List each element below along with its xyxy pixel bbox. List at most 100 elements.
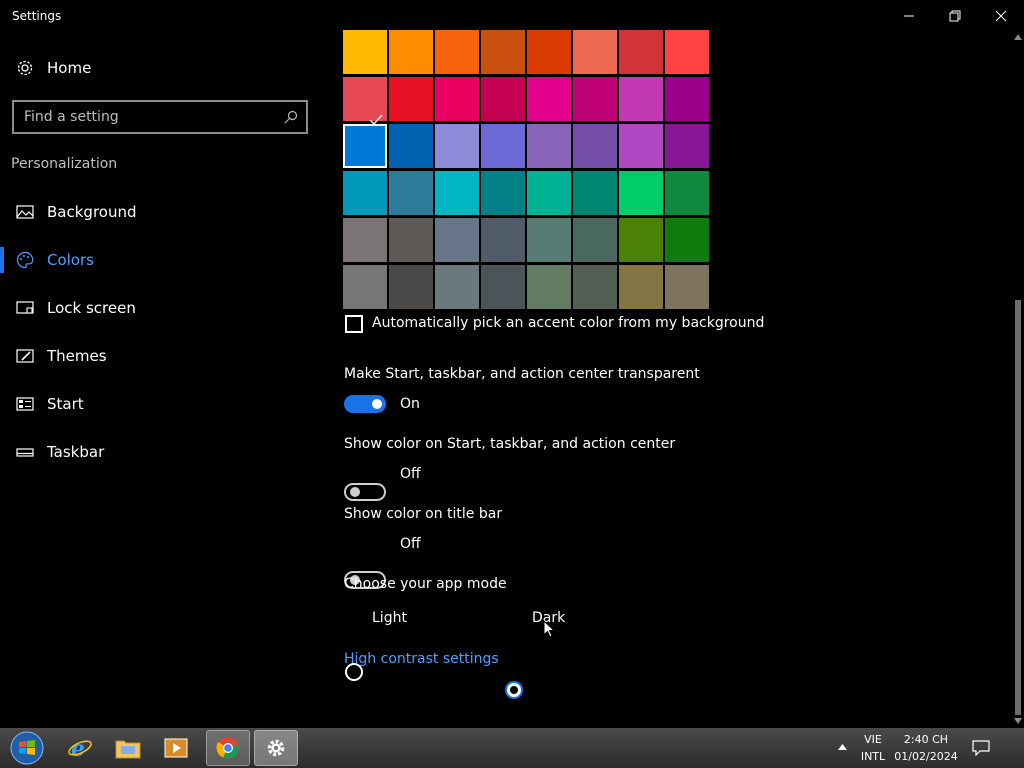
accent-color-swatch[interactable] (527, 265, 571, 309)
sidebar-item-themes[interactable]: Themes (0, 334, 320, 378)
minimize-button[interactable] (886, 0, 932, 32)
accent-color-swatch[interactable] (435, 265, 479, 309)
lock-screen-icon (16, 301, 34, 314)
accent-color-swatch[interactable] (435, 218, 479, 262)
clock-date[interactable]: 01/02/2024 (894, 750, 958, 763)
sidebar-item-lock-screen[interactable]: Lock screen (0, 286, 320, 330)
accent-color-swatch[interactable] (481, 218, 525, 262)
accent-color-swatch[interactable] (665, 124, 709, 168)
folder-icon (115, 740, 141, 759)
sidebar-item-label: Lock screen (47, 299, 136, 317)
restore-button[interactable] (932, 0, 978, 32)
accent-color-swatch[interactable] (481, 30, 525, 74)
sidebar-item-background[interactable]: Background (0, 190, 320, 234)
app-mode-label: Choose your app mode (344, 576, 507, 592)
accent-color-swatch[interactable] (435, 30, 479, 74)
show-color-titlebar-state: Off (400, 536, 421, 552)
accent-color-swatch[interactable] (527, 218, 571, 262)
sidebar-item-label: Themes (47, 347, 107, 365)
accent-color-swatch[interactable] (389, 77, 433, 121)
scroll-thumb[interactable] (1015, 300, 1021, 715)
dark-mode-radio[interactable] (505, 681, 523, 699)
accent-color-swatch[interactable] (527, 77, 571, 121)
accent-color-swatch[interactable] (573, 218, 617, 262)
accent-color-swatch[interactable] (481, 124, 525, 168)
transparency-toggle[interactable] (344, 395, 386, 413)
scroll-up-icon[interactable] (1014, 34, 1022, 40)
accent-color-swatch[interactable] (619, 171, 663, 215)
close-icon (995, 10, 1007, 22)
accent-color-swatch[interactable] (343, 124, 387, 168)
accent-color-swatch[interactable] (389, 30, 433, 74)
accent-color-swatch[interactable] (573, 171, 617, 215)
accent-color-swatch[interactable] (343, 30, 387, 74)
accent-color-swatch[interactable] (481, 171, 525, 215)
accent-color-swatch[interactable] (619, 77, 663, 121)
accent-color-swatch[interactable] (435, 124, 479, 168)
accent-color-swatch[interactable] (527, 171, 571, 215)
action-center-icon[interactable] (972, 740, 990, 756)
themes-icon (16, 349, 34, 363)
accent-color-swatch[interactable] (343, 265, 387, 309)
close-button[interactable] (978, 0, 1024, 32)
accent-color-swatch[interactable] (389, 218, 433, 262)
start-button[interactable] (4, 730, 50, 766)
restore-icon (949, 10, 961, 22)
show-color-titlebar-label: Show color on title bar (344, 506, 503, 522)
accent-color-swatch[interactable] (573, 265, 617, 309)
search-box[interactable] (12, 100, 308, 134)
accent-color-swatch[interactable] (389, 171, 433, 215)
high-contrast-link[interactable]: High contrast settings (344, 651, 499, 667)
chrome-icon (216, 737, 239, 759)
sidebar-item-taskbar[interactable]: Taskbar (0, 430, 320, 474)
accent-color-swatch[interactable] (343, 171, 387, 215)
accent-color-swatch[interactable] (481, 77, 525, 121)
home-nav-item[interactable]: Home (0, 46, 320, 90)
taskbar-settings[interactable] (254, 730, 298, 766)
accent-color-swatch[interactable] (665, 171, 709, 215)
taskbar-file-explorer[interactable] (106, 730, 150, 766)
accent-color-swatch[interactable] (389, 265, 433, 309)
sidebar-item-start[interactable]: Start (0, 382, 320, 426)
show-hidden-icons-icon[interactable] (838, 744, 847, 750)
accent-color-swatch[interactable] (343, 218, 387, 262)
mouse-cursor-icon (543, 620, 555, 638)
accent-color-swatch[interactable] (481, 265, 525, 309)
accent-color-swatch[interactable] (573, 124, 617, 168)
taskbar-chrome[interactable] (206, 730, 250, 766)
accent-color-swatch[interactable] (619, 265, 663, 309)
home-label: Home (47, 59, 92, 77)
accent-color-swatch[interactable] (619, 218, 663, 262)
start-icon (16, 397, 34, 411)
media-player-icon (164, 738, 188, 758)
accent-color-swatch[interactable] (619, 124, 663, 168)
accent-color-swatch[interactable] (435, 77, 479, 121)
gear-icon (267, 739, 285, 757)
search-icon[interactable] (284, 110, 298, 124)
show-color-start-toggle[interactable] (344, 483, 386, 501)
transparency-label: Make Start, taskbar, and action center t… (344, 366, 700, 382)
search-input[interactable] (14, 102, 274, 132)
accent-color-swatch[interactable] (573, 30, 617, 74)
accent-color-swatch[interactable] (665, 265, 709, 309)
language-indicator-top[interactable]: VIE (858, 733, 888, 746)
accent-color-swatch[interactable] (527, 30, 571, 74)
language-indicator-bottom[interactable]: INTL (858, 750, 888, 763)
taskbar-media-player[interactable] (154, 730, 198, 766)
taskbar-internet-explorer[interactable]: e (58, 730, 102, 766)
accent-color-swatch[interactable] (389, 124, 433, 168)
gear-icon (17, 60, 33, 76)
accent-color-swatch[interactable] (665, 30, 709, 74)
sidebar-item-colors[interactable]: Colors (0, 238, 320, 282)
clock-time[interactable]: 2:40 CH (894, 733, 958, 746)
accent-color-swatch[interactable] (665, 77, 709, 121)
accent-color-swatch[interactable] (573, 77, 617, 121)
accent-color-swatch[interactable] (665, 218, 709, 262)
accent-color-swatch[interactable] (435, 171, 479, 215)
scroll-down-icon[interactable] (1014, 718, 1022, 724)
light-mode-label: Light (372, 610, 407, 626)
accent-color-swatch[interactable] (619, 30, 663, 74)
palette-icon (16, 251, 34, 269)
accent-color-swatch[interactable] (527, 124, 571, 168)
auto-pick-checkbox[interactable] (345, 315, 363, 333)
